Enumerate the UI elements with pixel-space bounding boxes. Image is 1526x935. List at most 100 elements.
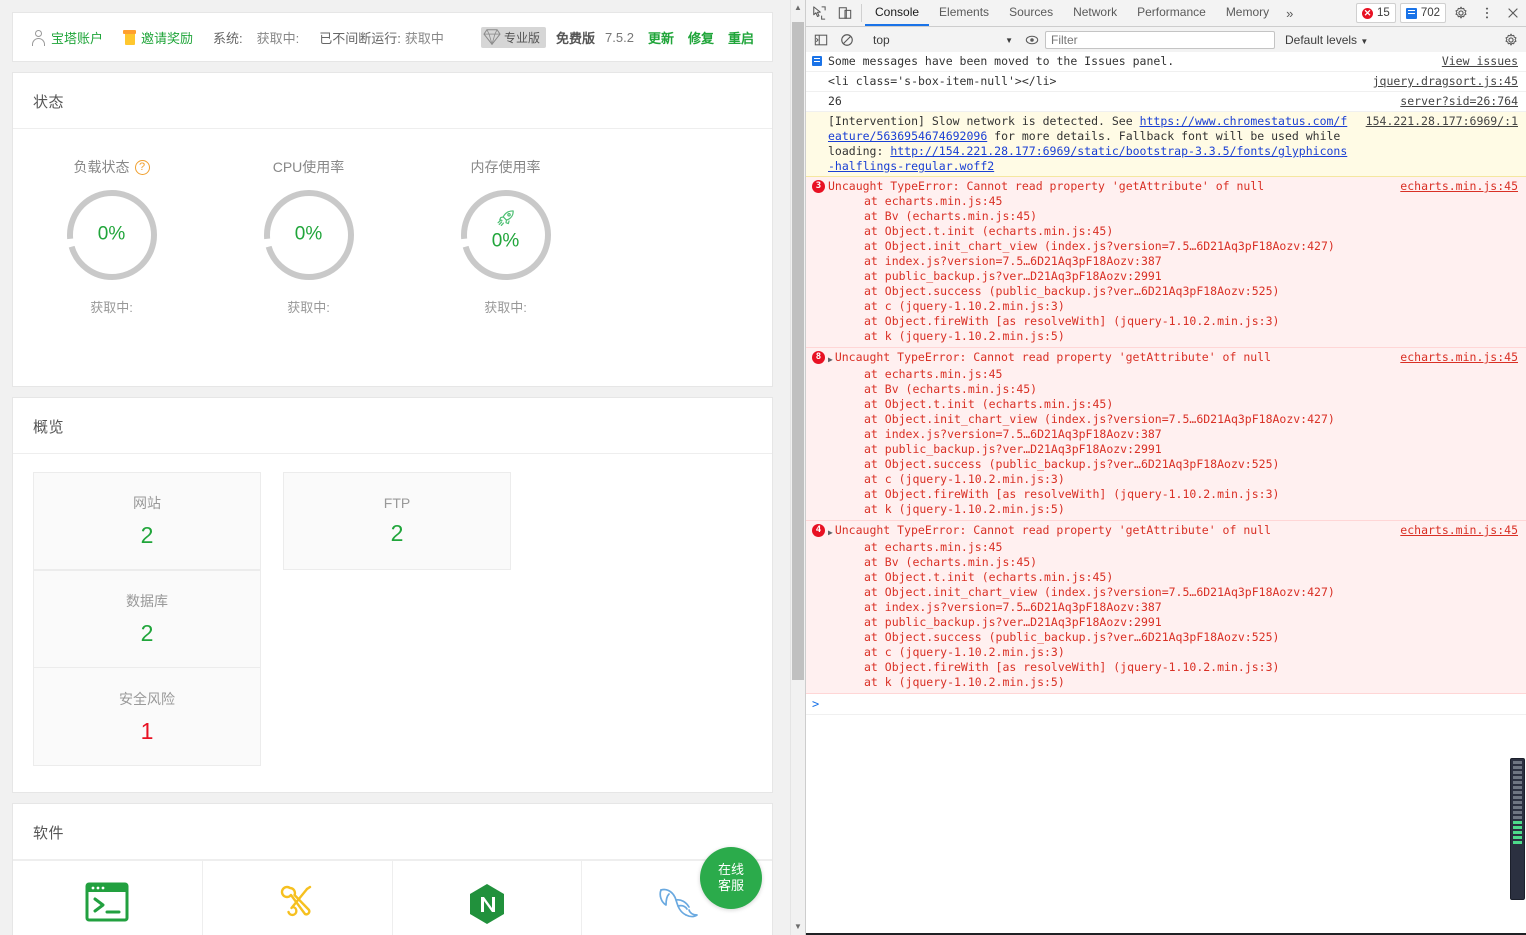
overview-box-ftp[interactable]: FTP 2	[283, 472, 511, 570]
dolphin-icon	[654, 877, 700, 931]
scroll-down-arrow-icon[interactable]: ▼	[791, 920, 805, 934]
minimap-bar	[1513, 806, 1522, 809]
tab-network[interactable]: Network	[1063, 0, 1127, 26]
stack-frame[interactable]: at index.js?version=7.5…6D21Aq3pF18Aozv:…	[864, 600, 1518, 615]
system-info: 系统: 获取中:	[213, 28, 299, 47]
stack-frame[interactable]: at Object.t.init (echarts.min.js:45)	[864, 224, 1518, 239]
online-service-button[interactable]: 在线 客服	[700, 847, 762, 909]
stack-frame[interactable]: at Object.init_chart_view (index.js?vers…	[864, 239, 1518, 254]
software-item-linux-toolbox[interactable]: Linux工具箱 1.7	[203, 861, 393, 935]
console-source-link[interactable]: echarts.min.js:45	[1400, 350, 1518, 365]
console-source-link[interactable]: server?sid=26:764	[1400, 94, 1518, 109]
gauge-load: 负载状态 ? 0% 获取中:	[13, 157, 210, 316]
error-count-badge[interactable]: ✕ 15	[1356, 3, 1396, 23]
console-source-link[interactable]: echarts.min.js:45	[1400, 179, 1518, 194]
stack-frame[interactable]: at Object.fireWith [as resolveWith] (jqu…	[864, 660, 1518, 675]
pro-version-badge[interactable]: 专业版	[481, 26, 547, 48]
invite-reward-link[interactable]: 邀请奖励	[123, 28, 193, 47]
stack-frame[interactable]: at public_backup.js?ver…D21Aq3pF18Aozv:2…	[864, 269, 1518, 284]
restart-button[interactable]: 重启	[728, 28, 754, 47]
tab-sources[interactable]: Sources	[999, 0, 1063, 26]
software-item-ssh-terminal[interactable]: 宝塔SSH终端 1.0	[13, 861, 203, 935]
console-source-link[interactable]: 154.221.28.177:6969/:1	[1366, 114, 1518, 129]
overview-box-security-risk[interactable]: 安全风险 1	[33, 668, 261, 766]
update-button[interactable]: 更新	[648, 28, 674, 47]
online-service-line2: 客服	[717, 878, 744, 893]
overview-box-site[interactable]: 网站 2	[33, 472, 261, 570]
log-levels-select[interactable]: Default levels ▼	[1275, 33, 1378, 47]
stack-frame[interactable]: at echarts.min.js:45	[864, 540, 1518, 555]
console-minimap-scrollbar[interactable]	[1510, 758, 1525, 900]
expand-triangle-icon[interactable]: ▶	[828, 352, 833, 367]
stack-frame[interactable]: at k (jquery-1.10.2.min.js:5)	[864, 502, 1518, 517]
stack-frame[interactable]: at Object.init_chart_view (index.js?vers…	[864, 412, 1518, 427]
stack-frame[interactable]: at Object.success (public_backup.js?ver……	[864, 457, 1518, 472]
stack-frame[interactable]: at public_backup.js?ver…D21Aq3pF18Aozv:2…	[864, 442, 1518, 457]
console-source-link[interactable]: jquery.dragsort.js:45	[1373, 74, 1518, 89]
stack-frame[interactable]: at echarts.min.js:45	[864, 194, 1518, 209]
live-expression-icon[interactable]	[1019, 33, 1045, 47]
software-item-nginx[interactable]: Nginx -Tengine2.2.4(2.3.2)	[393, 861, 583, 935]
close-icon[interactable]	[1500, 0, 1526, 26]
stack-frame[interactable]: at Object.init_chart_view (index.js?vers…	[864, 585, 1518, 600]
message-count-badge[interactable]: 702	[1399, 3, 1446, 23]
terminal-icon	[85, 875, 129, 929]
stack-frame[interactable]: at k (jquery-1.10.2.min.js:5)	[864, 675, 1518, 690]
expand-triangle-icon[interactable]: ▶	[828, 525, 833, 540]
stack-frame[interactable]: at Object.fireWith [as resolveWith] (jqu…	[864, 487, 1518, 502]
minimap-bar	[1513, 816, 1522, 819]
stack-frame[interactable]: at index.js?version=7.5…6D21Aq3pF18Aozv:…	[864, 254, 1518, 269]
account-link[interactable]: 宝塔账户	[31, 28, 103, 47]
user-icon	[31, 29, 46, 46]
scrollbar-thumb[interactable]	[792, 22, 804, 680]
stack-frame[interactable]: at public_backup.js?ver…D21Aq3pF18Aozv:2…	[864, 615, 1518, 630]
stack-frame[interactable]: at c (jquery-1.10.2.min.js:3)	[864, 472, 1518, 487]
tab-elements[interactable]: Elements	[929, 0, 999, 26]
console-settings-icon[interactable]	[1498, 33, 1524, 47]
stack-frame[interactable]: at c (jquery-1.10.2.min.js:3)	[864, 299, 1518, 314]
stack-frame[interactable]: at Bv (echarts.min.js:45)	[864, 382, 1518, 397]
overview-box-database[interactable]: 数据库 2	[33, 570, 261, 668]
gear-icon[interactable]	[1448, 0, 1474, 26]
tab-performance[interactable]: Performance	[1127, 0, 1216, 26]
gauge-load-value: 0%	[97, 223, 126, 245]
gift-icon	[123, 29, 137, 45]
tab-console[interactable]: Console	[865, 0, 930, 26]
error-stack: at echarts.min.js:45 at Bv (echarts.min.…	[812, 194, 1518, 344]
more-vertical-icon[interactable]	[1474, 0, 1500, 26]
repair-button[interactable]: 修复	[688, 28, 714, 47]
console-message-list[interactable]: Some messages have been moved to the Iss…	[806, 52, 1526, 935]
console-source-link[interactable]: echarts.min.js:45	[1400, 523, 1518, 538]
minimap-bar-highlight	[1513, 841, 1522, 844]
stack-frame[interactable]: at Bv (echarts.min.js:45)	[864, 209, 1518, 224]
chevron-double-right-icon[interactable]: »	[1279, 0, 1300, 26]
tab-memory[interactable]: Memory	[1216, 0, 1279, 26]
stack-frame[interactable]: at Object.fireWith [as resolveWith] (jqu…	[864, 314, 1518, 329]
stack-frame[interactable]: at Bv (echarts.min.js:45)	[864, 555, 1518, 570]
devtools-tabbar: Console Elements Sources Network Perform…	[806, 0, 1526, 27]
filter-input[interactable]	[1045, 31, 1275, 49]
stack-frame[interactable]: at Object.success (public_backup.js?ver……	[864, 630, 1518, 645]
stack-frame[interactable]: at Object.success (public_backup.js?ver……	[864, 284, 1518, 299]
scroll-up-arrow-icon[interactable]: ▲	[791, 1, 805, 15]
stack-frame[interactable]: at index.js?version=7.5…6D21Aq3pF18Aozv:…	[864, 427, 1518, 442]
stack-frame[interactable]: at c (jquery-1.10.2.min.js:3)	[864, 645, 1518, 660]
view-issues-link[interactable]: View issues	[1442, 54, 1518, 69]
message-badge-icon	[1405, 7, 1417, 19]
stack-frame[interactable]: at Object.t.init (echarts.min.js:45)	[864, 397, 1518, 412]
overview-label: 安全风险	[119, 690, 175, 707]
console-prompt[interactable]: >	[806, 694, 1526, 715]
stack-frame[interactable]: at echarts.min.js:45	[864, 367, 1518, 382]
device-toggle-icon[interactable]	[832, 0, 858, 26]
clear-console-icon[interactable]	[834, 33, 860, 47]
execution-context-select[interactable]: top ▼	[867, 33, 1019, 47]
show-console-sidebar-icon[interactable]	[808, 33, 834, 47]
stack-frame[interactable]: at k (jquery-1.10.2.min.js:5)	[864, 329, 1518, 344]
question-icon[interactable]: ?	[134, 159, 150, 175]
stack-frame[interactable]: at Object.t.init (echarts.min.js:45)	[864, 570, 1518, 585]
console-row-error: 3 Uncaught TypeError: Cannot read proper…	[806, 177, 1526, 348]
page-scrollbar[interactable]: ▲ ▼	[790, 0, 805, 935]
gauge-cpu-value: 0%	[294, 223, 323, 245]
cursor-inspect-icon[interactable]	[806, 0, 832, 26]
font-url-link[interactable]: http://154.221.28.177:6969/static/bootst…	[828, 144, 1347, 173]
